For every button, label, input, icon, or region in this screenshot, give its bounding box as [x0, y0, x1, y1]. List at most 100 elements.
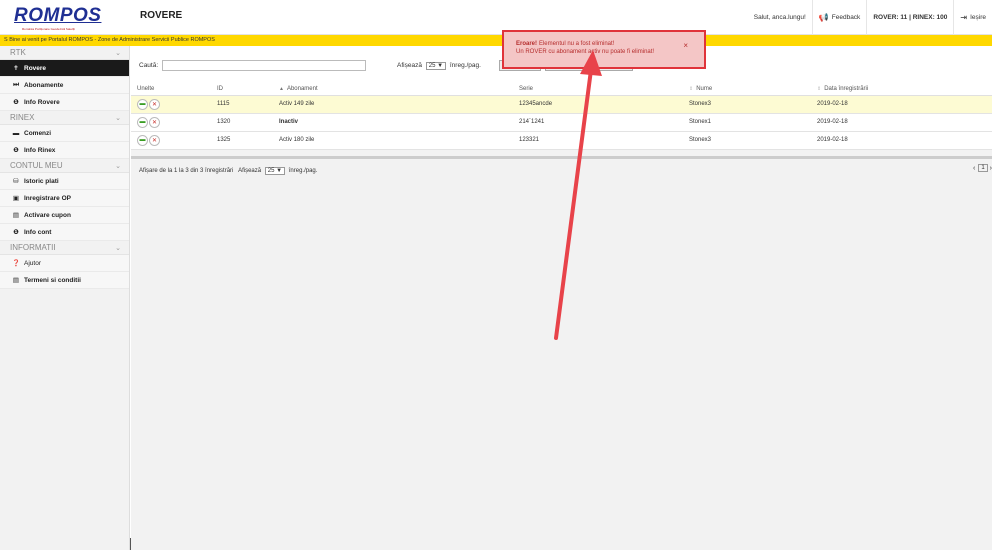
sidebar-item-label: Info cont: [24, 228, 52, 236]
sidebar-section-informatii[interactable]: INFORMATII ⌄: [0, 241, 129, 255]
header-label: Unelte: [137, 85, 155, 92]
sidebar-item-label: Comenzi: [24, 129, 52, 137]
sidebar-item-label: Rovere: [24, 64, 47, 72]
serie-cell: 214`1241: [513, 113, 683, 132]
sort-icon: ⇕: [689, 85, 694, 92]
sidebar-item-label: Ajutor: [24, 259, 41, 267]
data-cell: 2019-02-18: [811, 95, 992, 114]
per-page-select-bottom[interactable]: 25 ▼: [264, 167, 286, 175]
logout-label: Ieșire: [970, 14, 986, 21]
table-row[interactable]: ▬ ✕ 1115 Activ 149 zile 12345ancde Stonex…: [131, 95, 992, 114]
sidebar-item-label: Activare cupon: [24, 211, 71, 219]
sidebar-item-inregistrare-op[interactable]: ▣ Inregistrare OP: [0, 190, 129, 207]
data-cell: 2019-02-18: [811, 113, 992, 132]
error-toast: Eroare! Elementul nu a fost eliminat! Un…: [502, 30, 706, 69]
close-icon[interactable]: ×: [683, 41, 688, 50]
serie-cell: 12345ancde: [513, 95, 683, 114]
toast-line-1: Eroare! Elementul nu a fost eliminat!: [516, 40, 694, 47]
sort-asc-icon: ▲: [279, 85, 284, 92]
search-input[interactable]: [162, 60, 366, 71]
sidebar-item-label: Termeni si conditii: [24, 276, 81, 284]
sort-icon: ⇕: [817, 85, 822, 92]
sign-out-icon: ⇥: [960, 13, 968, 22]
nume-cell: Stonex3: [683, 95, 811, 114]
feedback-button[interactable]: 📢 Feedback: [811, 0, 867, 35]
open-folder-button[interactable]: ▬: [137, 116, 148, 128]
chevron-down-icon: ⌄: [115, 162, 121, 170]
counts-text: ROVER: 11 | RINEX: 100: [873, 14, 948, 21]
chevron-down-icon: ⌄: [115, 114, 121, 122]
toast-title: Eroare!: [516, 41, 538, 47]
sidebar-section-contul-meu[interactable]: CONTUL MEU ⌄: [0, 159, 129, 173]
serie-cell: 123321: [513, 131, 683, 150]
tools-cell: ▬ ✕: [131, 113, 211, 132]
tools-cell: ▬ ✕: [131, 95, 211, 114]
per-page-prefix: Afișează: [397, 62, 422, 69]
search-label: Caută:: [139, 62, 159, 69]
table-row[interactable]: ▬ ✕ 1320 Inactiv 214`1241 Stonex1 2019-02…: [131, 113, 992, 132]
pagination: ‹ 1 ›: [973, 164, 992, 172]
sidebar-item-activare-cupon[interactable]: ▤ Activare cupon: [0, 207, 129, 224]
caret-down-icon: ▼: [437, 63, 444, 69]
per-page-control: Afișează 25 ▼ înreg./pag.: [397, 62, 481, 70]
abonament-cell: Inactiv: [273, 113, 513, 132]
counts-badge: ROVER: 11 | RINEX: 100: [866, 0, 953, 35]
header-label: Nume: [696, 85, 713, 92]
sidebar-item-rovere[interactable]: ✝ Rovere: [0, 60, 129, 77]
column-header-abonament[interactable]: ▲ Abonament: [273, 83, 513, 96]
main-content: Caută: Afișează 25 ▼ înreg./pag. Unelte …: [131, 46, 992, 550]
chevron-down-icon: ⌄: [115, 49, 121, 57]
sidebar-item-label: Info Rovere: [24, 98, 60, 106]
top-bar: ROMPOS România Poziționare Geodezică Sat…: [0, 0, 992, 35]
file-text-icon: ▤: [12, 277, 20, 284]
table-footer: Afișare de la 1 la 3 din 3 înregistrări …: [139, 167, 317, 175]
column-header-data[interactable]: ⇕ Data înregistrării: [811, 83, 992, 96]
greeting: Salut, anca.lungu!: [748, 0, 812, 35]
sidebar-item-label: Istoric plati: [24, 177, 59, 185]
section-title: CONTUL MEU: [10, 161, 63, 170]
caret-down-icon: ▼: [276, 168, 283, 174]
top-right-menu: Salut, anca.lungu! 📢 Feedback ROVER: 11 |…: [748, 0, 992, 35]
page-number-button[interactable]: 1: [978, 164, 988, 172]
sidebar-item-info-rinex[interactable]: ❶ Info Rinex: [0, 142, 129, 159]
column-header-serie[interactable]: Serie: [513, 83, 683, 96]
info-icon: ❶: [13, 229, 19, 236]
sidebar-section-rinex[interactable]: RINEX ⌄: [0, 111, 129, 125]
sidebar-item-ajutor[interactable]: ❓ Ajutor: [0, 255, 129, 272]
page-title: ROVERE: [140, 10, 183, 21]
greeting-text: Salut, anca.lungu!: [753, 14, 806, 21]
prev-page-icon[interactable]: ‹: [973, 165, 975, 172]
column-header-nume[interactable]: ⇕ Nume: [683, 83, 811, 96]
delete-button[interactable]: ✕: [149, 98, 160, 110]
sidebar-section-rtk[interactable]: RTK ⌄: [0, 46, 129, 60]
records-info: Afișare de la 1 la 3 din 3 înregistrări: [139, 168, 234, 174]
header-label: Serie: [519, 85, 534, 92]
column-header-id[interactable]: ID: [211, 83, 273, 96]
id-cell: 1320: [211, 113, 273, 132]
sidebar-item-info-cont[interactable]: ❶ Info cont: [0, 224, 129, 241]
step-icon: ⏭: [13, 81, 19, 88]
logo-subtitle: România Poziționare Geodezică Sateliți: [22, 27, 75, 31]
open-folder-button[interactable]: ▬: [137, 134, 148, 146]
table-row[interactable]: ▬ ✕ 1325 Activ 180 zile 123321 Stonex3 20…: [131, 131, 992, 150]
sidebar-item-comenzi[interactable]: ▬ Comenzi: [0, 125, 129, 142]
sidebar-item-info-rovere[interactable]: ❶ Info Rovere: [0, 94, 129, 111]
sidebar-item-label: Inregistrare OP: [24, 194, 71, 202]
delete-button[interactable]: ✕: [149, 134, 160, 146]
toast-message: Elementul nu a fost eliminat!: [538, 41, 615, 47]
abonament-cell: Activ 149 zile: [273, 95, 513, 114]
welcome-marquee: S Bine ai venit pe Portalul ROMPOS - Zon…: [0, 35, 992, 46]
sidebar-item-istoric-plati[interactable]: ⛁ Istoric plati: [0, 173, 129, 190]
per-page-value: 25: [428, 63, 436, 69]
sidebar-item-termeni[interactable]: ▤ Termeni si conditii: [0, 272, 129, 289]
abonament-cell: Activ 180 zile: [273, 131, 513, 150]
megaphone-icon: 📢: [818, 13, 829, 22]
open-folder-button[interactable]: ▬: [137, 98, 148, 110]
logout-button[interactable]: ⇥ Ieșire: [953, 0, 992, 35]
horizontal-scrollbar[interactable]: [131, 156, 992, 159]
per-page-select[interactable]: 25 ▼: [425, 62, 447, 70]
id-cell: 1325: [211, 131, 273, 150]
rompos-logo[interactable]: ROMPOS România Poziționare Geodezică Sat…: [14, 6, 124, 32]
delete-button[interactable]: ✕: [149, 116, 160, 128]
sidebar-item-abonamente[interactable]: ⏭ Abonamente: [0, 77, 129, 94]
